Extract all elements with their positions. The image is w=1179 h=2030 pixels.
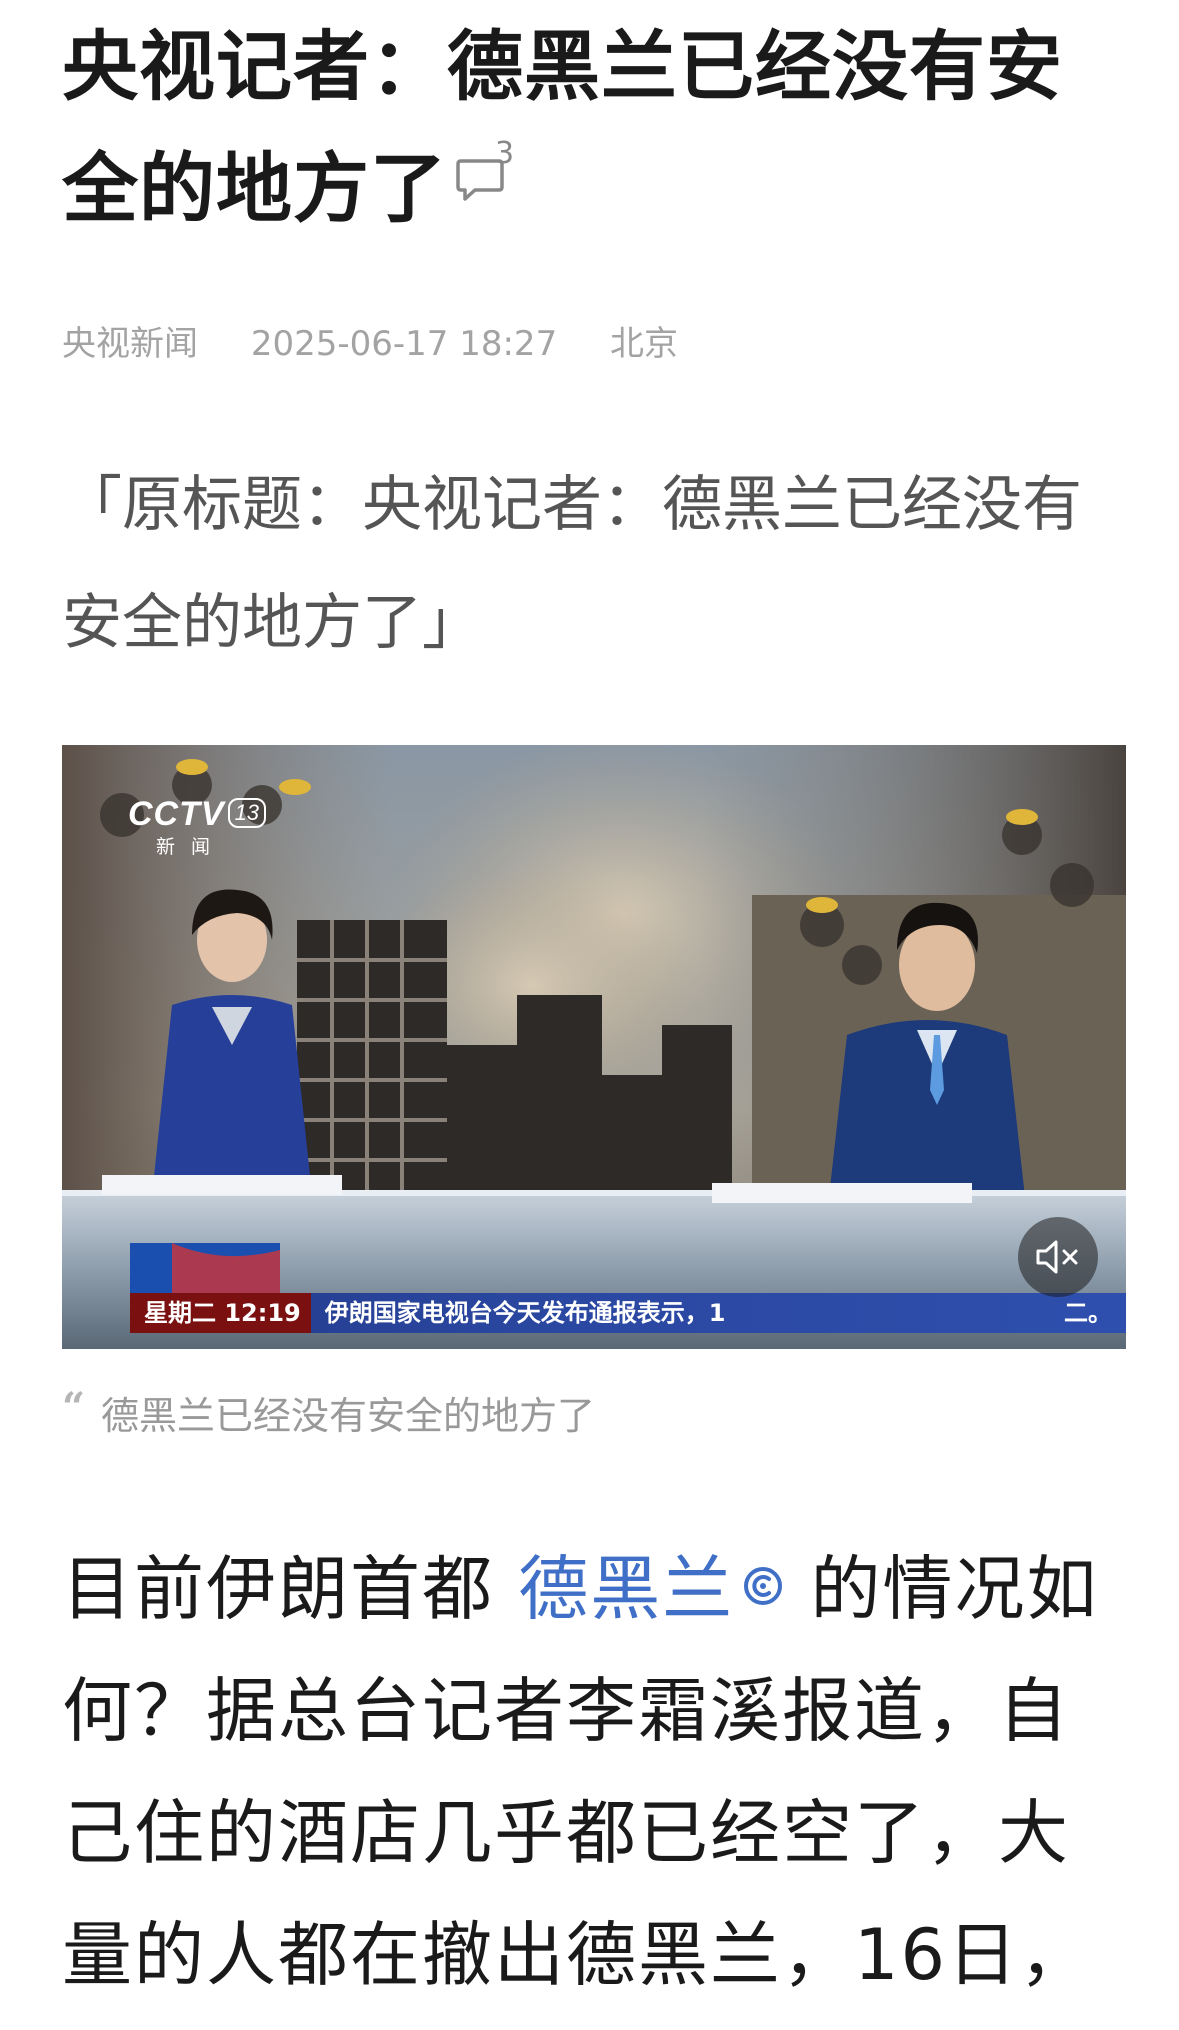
comment-button[interactable]: 3	[455, 139, 519, 209]
channel-sub: 新闻	[156, 837, 227, 858]
entity-link-tehran[interactable]: 德黑兰	[518, 1548, 786, 1630]
video-caption: “ 德黑兰已经没有安全的地方了	[62, 1380, 595, 1444]
channel-number: 13	[227, 798, 267, 828]
ticker-end: 二。	[1064, 1299, 1112, 1327]
original-title: 「原标题：央视记者：德黑兰已经没有安全的地方了」	[62, 470, 1082, 658]
comment-count: 3	[495, 136, 516, 171]
article-title-text: 央视记者：德黑兰已经没有安全的地方了	[62, 22, 1063, 233]
quote-icon: “	[62, 1384, 86, 1431]
publish-datetime: 2025-06-17 18:27	[250, 324, 558, 364]
speaker-muted-icon	[1036, 1240, 1078, 1274]
video-player[interactable]: CCTV 13 新闻 星期二 12:19 伊朗国家电视台今天发布通报表示，1 二。	[62, 745, 1126, 1349]
entity-link-text: 德黑兰	[518, 1548, 735, 1630]
article-body: 目前伊朗首都 德黑兰 的情况如何？据总台记者李霜溪报道，自己住的酒店几乎都已经空…	[62, 1528, 1124, 2016]
ticker-text: 伊朗国家电视台今天发布通报表示，1	[324, 1299, 726, 1327]
mute-button[interactable]	[1018, 1217, 1098, 1297]
publish-location: 北京	[610, 324, 679, 364]
entity-search-icon	[744, 1567, 783, 1605]
news-ticker: 星期二 12:19 伊朗国家电视台今天发布通报表示，1 二。	[130, 1293, 1126, 1333]
channel-logo-text: CCTV	[128, 795, 225, 833]
source-name[interactable]: 央视新闻	[62, 324, 198, 364]
article-meta: 央视新闻 2025-06-17 18:27 北京	[62, 322, 720, 366]
body-text-before-link: 目前伊朗首都	[62, 1548, 494, 1630]
video-caption-text: 德黑兰已经没有安全的地方了	[101, 1394, 596, 1438]
article-title: 央视记者：德黑兰已经没有安全的地方了 3	[62, 0, 1124, 250]
ticker-day-time: 星期二 12:19	[130, 1293, 311, 1333]
article-page: 央视记者：德黑兰已经没有安全的地方了 3 央视新闻 2025-06-17 18:2…	[62, 0, 1126, 1996]
channel-logo: CCTV 13 新闻	[128, 795, 267, 859]
